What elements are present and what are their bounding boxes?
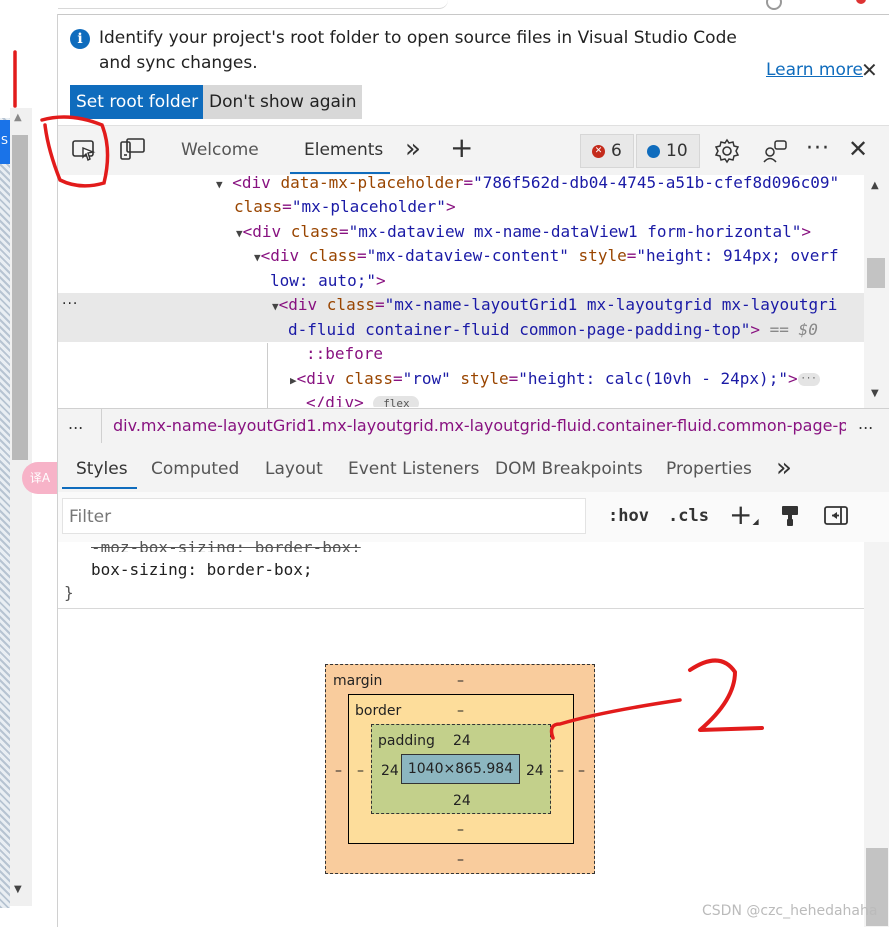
watermark: CSDN @czc_hehedahaha <box>702 903 878 919</box>
red-annotations <box>13 50 764 740</box>
